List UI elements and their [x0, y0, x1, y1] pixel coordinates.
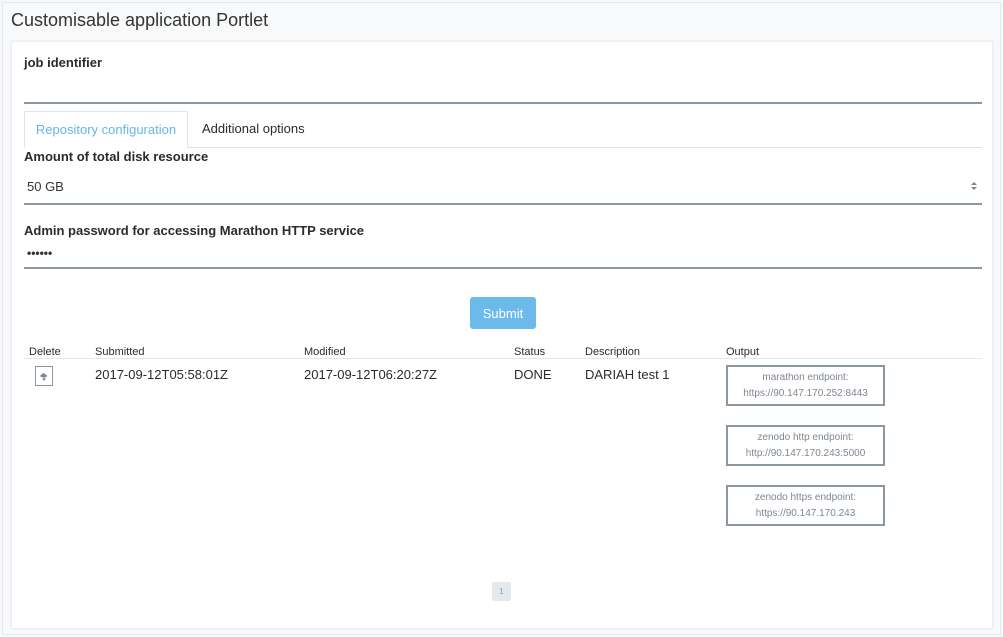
output-endpoint-marathon[interactable]: marathon endpoint: https://90.147.170.25…	[726, 365, 885, 406]
output-endpoint-zenodo-http[interactable]: zenodo http endpoint: http://90.147.170.…	[726, 425, 885, 466]
job-status-cell: DONE	[514, 367, 552, 382]
output-endpoint-title: zenodo https endpoint:	[754, 492, 857, 503]
admin-password-input[interactable]: ••••••	[24, 245, 982, 269]
job-identifier-label: job identifier	[24, 55, 102, 70]
output-endpoint-title: zenodo http endpoint:	[757, 432, 854, 443]
disk-resource-select[interactable]: 50 GB	[24, 172, 982, 205]
select-sort-arrows-icon	[970, 182, 978, 192]
output-endpoint-url: http://90.147.170.243:5000	[745, 448, 866, 459]
column-header-status: Status	[514, 346, 546, 358]
job-description-cell: DARIAH test 1	[585, 367, 670, 382]
delete-job-button[interactable]	[35, 366, 53, 386]
job-identifier-input[interactable]	[24, 80, 982, 104]
config-tabs: Repository configuration Additional opti…	[24, 111, 982, 148]
output-endpoint-url: https://90.147.170.252:8443	[743, 388, 868, 399]
cloud-delete-icon	[40, 373, 47, 381]
output-endpoint-zenodo-https[interactable]: zenodo https endpoint: https://90.147.17…	[726, 485, 885, 526]
admin-password-label: Admin password for accessing Marathon HT…	[24, 223, 365, 238]
table-header-divider	[24, 358, 982, 359]
pagination-page-button[interactable]: 1	[492, 582, 511, 601]
job-submitted-cell: 2017-09-12T05:58:01Z	[95, 367, 228, 382]
job-modified-cell: 2017-09-12T06:20:27Z	[304, 367, 437, 382]
column-header-modified: Modified	[304, 346, 346, 358]
column-header-submitted: Submitted	[95, 346, 145, 358]
column-header-output: Output	[726, 346, 760, 358]
output-endpoint-title: marathon endpoint:	[762, 372, 849, 383]
tab-repository-configuration[interactable]: Repository configuration	[24, 111, 188, 148]
tab-additional-options[interactable]: Additional options	[190, 111, 317, 148]
portlet-title: Customisable application Portlet	[11, 10, 269, 30]
column-header-delete: Delete	[29, 346, 61, 358]
disk-resource-label: Amount of total disk resource	[24, 149, 209, 164]
portlet-panel: job identifier Repository configuration …	[11, 41, 993, 629]
disk-resource-selected-value: 50 GB	[27, 179, 64, 194]
column-header-description: Description	[585, 346, 641, 358]
output-endpoint-url: https://90.147.170.243	[755, 508, 856, 519]
submit-button[interactable]: Submit	[470, 297, 536, 329]
